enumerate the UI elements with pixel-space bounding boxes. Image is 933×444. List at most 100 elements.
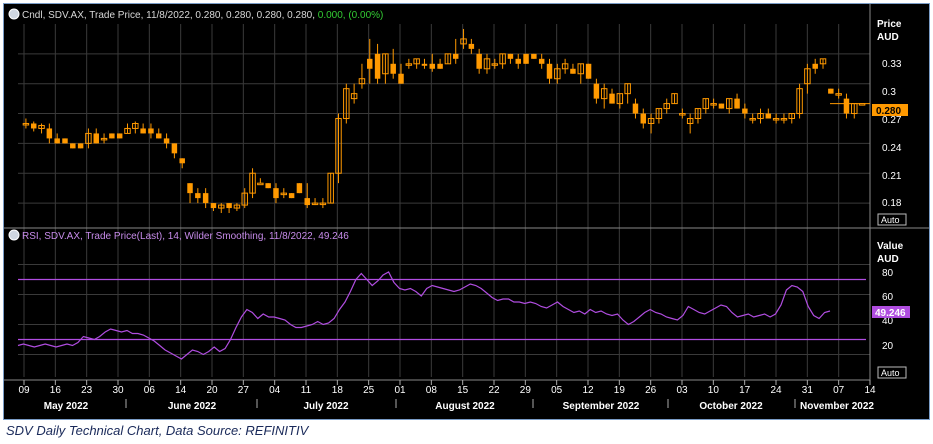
rsi-tick: 60 [882, 292, 894, 303]
candle-body [421, 63, 428, 66]
candle-body [304, 198, 310, 206]
candle-body [843, 98, 850, 114]
candle-body [195, 193, 201, 199]
day-tick-label: 20 [206, 385, 218, 396]
rsi-tick: 20 [882, 341, 894, 352]
price-tick: 0.33 [882, 59, 902, 70]
candle-body [468, 43, 475, 49]
candle-body [62, 138, 68, 144]
candle-body [46, 128, 53, 139]
candle-body [507, 53, 514, 59]
last-price-label: 0.280 [876, 106, 901, 117]
month-label: May 2022 [44, 401, 89, 412]
candle-body [367, 58, 373, 69]
month-label: August 2022 [435, 401, 495, 412]
candle-body [296, 183, 303, 194]
candle-body [398, 73, 404, 84]
rsi-tick: 80 [882, 268, 894, 279]
month-label: November 2022 [800, 401, 874, 412]
day-tick-label: 25 [363, 385, 375, 396]
candle-body [140, 128, 146, 134]
candle-body [77, 143, 84, 149]
day-tick-label: 14 [175, 385, 187, 396]
x-axis: 09 16 23 30 06 14 20 27 04 11 18 25 01 08 15 22 29 05 12 19… [18, 380, 876, 412]
day-tick-label: 08 [426, 385, 438, 396]
price-axis-title: Price [877, 19, 902, 30]
candle-body [523, 53, 529, 64]
day-tick-label: 14 [864, 385, 876, 396]
candle-body [734, 98, 740, 109]
collapse-icon[interactable] [8, 8, 20, 20]
candle-body [546, 63, 553, 79]
candle-body [742, 108, 748, 114]
candle-body [812, 63, 818, 69]
candle-body [374, 53, 381, 79]
candle-body [390, 63, 396, 74]
candle-body [93, 133, 99, 144]
day-tick-label: 01 [394, 385, 406, 396]
rsi-auto-label: Auto [881, 368, 900, 378]
chart-frame: Cndl, SDV.AX, Trade Price, 11/8/2022, 0.… [3, 3, 930, 420]
last-rsi-label: 49.246 [875, 308, 906, 319]
candle-body [585, 63, 592, 79]
price-axis-unit: AUD [877, 32, 899, 43]
rsi-header-text: RSI, SDV.AX, Trade Price(Last), 14, Wild… [22, 231, 349, 242]
day-tick-label: 06 [144, 385, 156, 396]
candle-body [210, 203, 217, 209]
candle-body [452, 53, 459, 59]
candle-body [718, 103, 725, 109]
day-tick-label: 22 [488, 385, 500, 396]
day-tick-label: 16 [50, 385, 62, 396]
rsi-line [17, 271, 831, 360]
day-tick-label: 03 [676, 385, 688, 396]
day-tick-label: 31 [802, 385, 814, 396]
candle-body [609, 93, 615, 104]
grid [4, 4, 929, 381]
chart-caption: SDV Daily Technical Chart, Data Source: … [6, 423, 309, 438]
candle-body [538, 58, 545, 64]
candle-body [116, 133, 123, 139]
candle-body [70, 143, 76, 149]
month-label: September 2022 [563, 401, 640, 412]
candle-body [171, 143, 178, 154]
candle-body [828, 88, 834, 94]
day-tick-label: 12 [582, 385, 594, 396]
candle-body [163, 138, 170, 144]
day-tick-label: 29 [520, 385, 532, 396]
day-tick-label: 04 [269, 385, 281, 396]
day-tick-label: 17 [739, 385, 751, 396]
candle-body [109, 133, 115, 139]
month-label: October 2022 [699, 401, 763, 412]
candle-body [187, 183, 193, 194]
price-auto-label: Auto [881, 215, 900, 225]
candle-body [570, 68, 576, 74]
candle-body [265, 183, 271, 189]
candle-body [437, 63, 443, 69]
svg-text:Cndl, SDV.AX, Trade Price, 11/: Cndl, SDV.AX, Trade Price, 11/8/2022, 0.… [22, 10, 383, 21]
candle-body [765, 113, 772, 119]
day-tick-label: 07 [833, 385, 845, 396]
month-label: June 2022 [168, 401, 217, 412]
day-tick-label: 05 [551, 385, 563, 396]
day-tick-label: 09 [18, 385, 30, 396]
candle-body [429, 63, 436, 69]
technical-chart: Cndl, SDV.AX, Trade Price, 11/8/2022, 0.… [4, 4, 929, 412]
candle-body [30, 123, 37, 129]
candle-body [148, 128, 154, 134]
day-tick-label: 10 [708, 385, 720, 396]
month-label: July 2022 [303, 401, 348, 412]
collapse-icon[interactable] [8, 229, 20, 241]
candle-body [202, 193, 209, 204]
candle-body [179, 158, 185, 164]
candle-body [640, 113, 647, 124]
candle-series [22, 28, 870, 214]
price-tick: 0.18 [882, 198, 902, 209]
candle-body [54, 138, 60, 144]
price-tick: 0.21 [882, 171, 902, 182]
candle-body [593, 83, 600, 99]
day-tick-label: 15 [457, 385, 469, 396]
candle-body [531, 53, 537, 59]
candle-body [476, 53, 482, 69]
rsi-series [17, 271, 866, 360]
day-tick-label: 26 [645, 385, 657, 396]
